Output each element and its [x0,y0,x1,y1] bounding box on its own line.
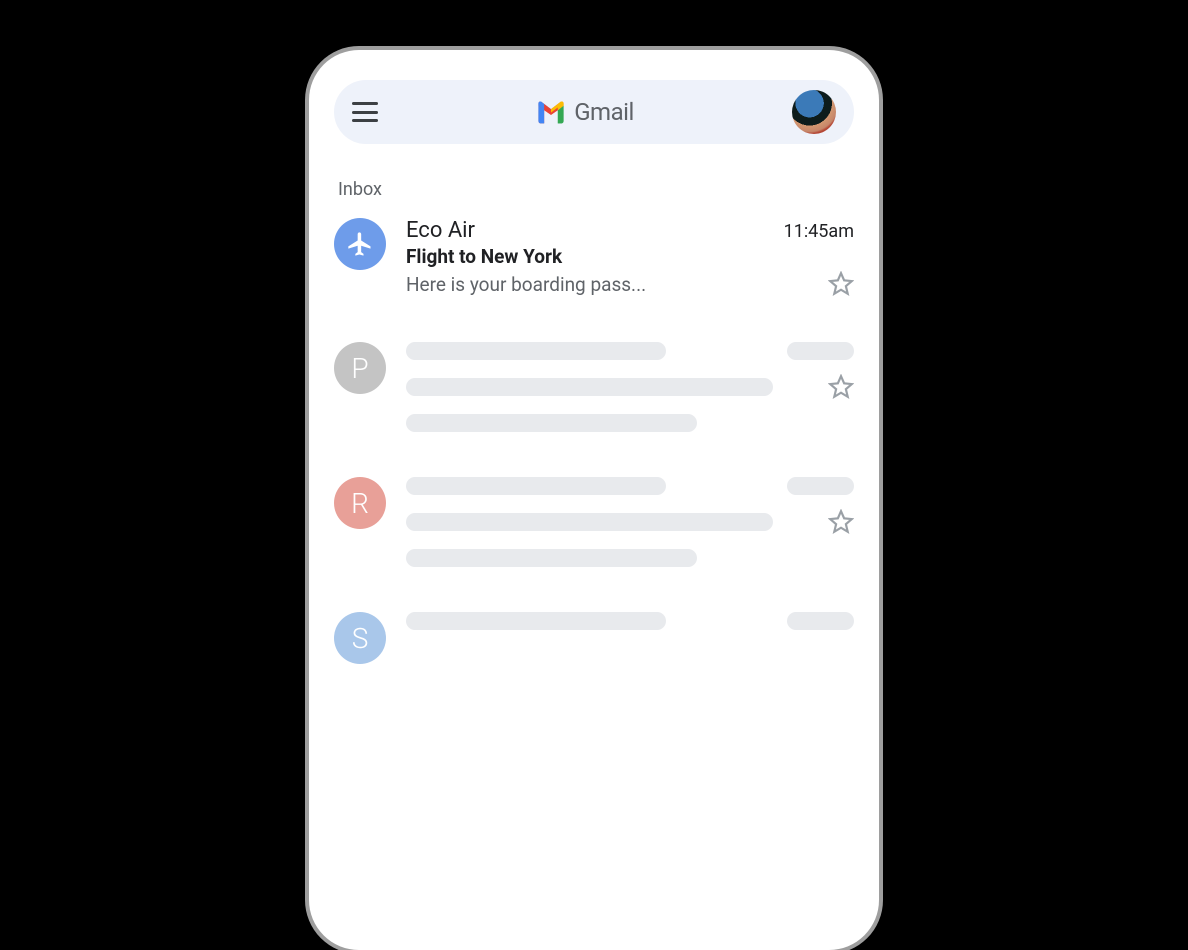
email-sender: Eco Air [406,218,475,243]
star-icon[interactable] [828,509,854,535]
email-time: 11:45am [784,221,854,242]
email-row-placeholder[interactable]: S [334,612,854,664]
placeholder-bar [787,477,854,495]
email-row-placeholder[interactable]: P [334,342,854,432]
email-snippet: Here is your boarding pass... [406,273,818,296]
airplane-icon [346,230,374,258]
placeholder-bar [406,477,666,495]
placeholder-bar [787,612,854,630]
email-row[interactable]: Eco Air 11:45am Flight to New York Here … [334,218,854,297]
placeholder-bar [787,342,854,360]
inbox-section-header: Inbox [334,179,854,200]
sender-avatar[interactable] [334,218,386,270]
email-content: Eco Air 11:45am Flight to New York Here … [406,218,854,297]
star-icon[interactable] [828,374,854,400]
gmail-app-frame: Gmail Inbox Eco Air 11:45am Flight to Ne… [309,50,879,950]
app-name: Gmail [574,98,634,126]
placeholder-content [406,477,854,567]
sender-avatar[interactable]: S [334,612,386,664]
placeholder-bar [406,513,773,531]
placeholder-bar [406,378,773,396]
search-bar[interactable]: Gmail [334,80,854,144]
email-subject: Flight to New York [406,245,854,268]
placeholder-bar [406,549,697,567]
sender-avatar[interactable]: P [334,342,386,394]
email-row-placeholder[interactable]: R [334,477,854,567]
placeholder-bar [406,612,666,630]
menu-icon[interactable] [352,102,378,122]
star-icon[interactable] [828,271,854,297]
placeholder-bar [406,342,666,360]
profile-avatar[interactable] [792,90,836,134]
placeholder-content [406,342,854,432]
gmail-logo-icon [536,100,566,124]
placeholder-bar [406,414,697,432]
sender-avatar[interactable]: R [334,477,386,529]
placeholder-content [406,612,854,644]
app-logo-section: Gmail [536,98,634,126]
